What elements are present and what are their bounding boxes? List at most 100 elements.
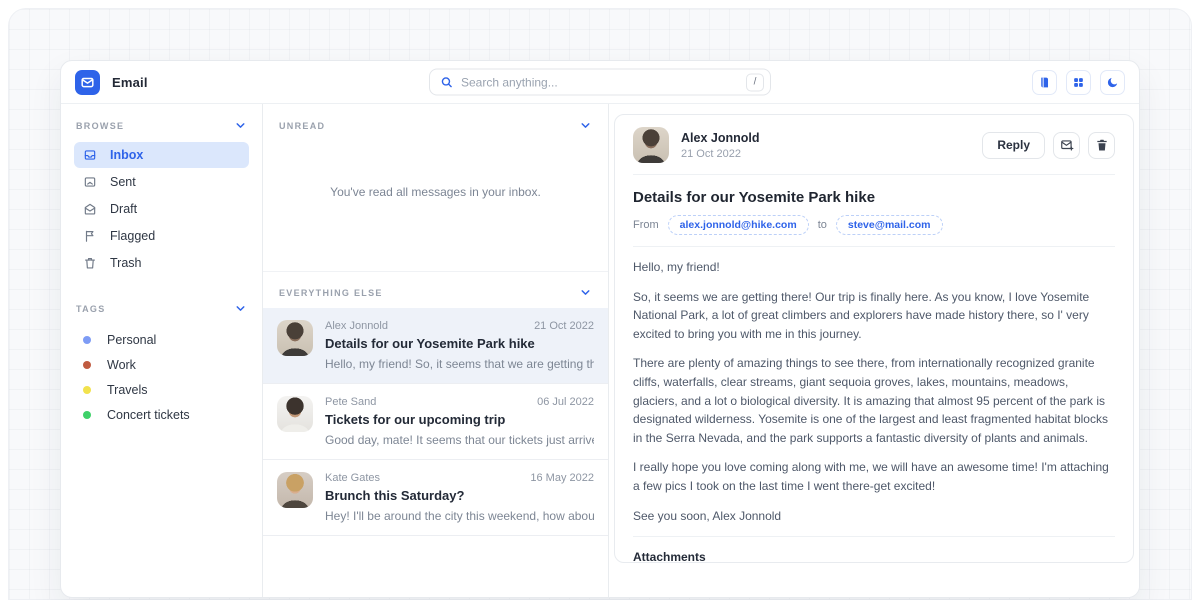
tag-item-personal[interactable]: Personal: [74, 327, 249, 352]
reply-button[interactable]: Reply: [982, 132, 1045, 159]
search-icon: [440, 76, 453, 89]
book-button[interactable]: [1032, 70, 1057, 95]
sidebar-item-label: Inbox: [110, 148, 143, 162]
tag-list: Personal Work Travels Concert tickets: [74, 327, 249, 427]
sidebar-item-label: Trash: [110, 256, 142, 270]
email-subject: Details for our Yosemite Park hike: [325, 336, 594, 351]
tag-item-travels[interactable]: Travels: [74, 377, 249, 402]
tags-section-header: TAGS: [74, 300, 249, 315]
email-detail-panel: Alex Jonnold 21 Oct 2022 Reply: [609, 104, 1139, 597]
draft-icon: [83, 202, 97, 216]
browse-section-header: BROWSE: [74, 117, 249, 132]
tag-label: Travels: [107, 383, 148, 397]
inbox-icon: [83, 148, 97, 162]
email-list-item[interactable]: Kate Gates 16 May 2022 Brunch this Satur…: [263, 460, 608, 536]
body-paragraph: I really hope you love coming along with…: [633, 458, 1115, 495]
email-preview: Hello, my friend! So, it seems that we a…: [325, 357, 594, 371]
unread-section-header: UNREAD: [277, 117, 594, 132]
unread-label: UNREAD: [279, 121, 325, 131]
detail-actions: Reply: [982, 132, 1115, 159]
trash-icon: [1095, 138, 1109, 152]
from-label: From: [633, 219, 659, 231]
tag-label: Concert tickets: [107, 408, 190, 422]
envelope-plus-icon: [1060, 138, 1074, 152]
tag-label: Work: [107, 358, 136, 372]
delete-button[interactable]: [1088, 132, 1115, 159]
detail-header: Alex Jonnold 21 Oct 2022 Reply: [633, 127, 1115, 163]
email-meta: Alex Jonnold 21 Oct 2022 Details for our…: [325, 320, 594, 371]
detail-sender-name: Alex Jonnold: [681, 131, 759, 145]
email-subject: Brunch this Saturday?: [325, 488, 594, 503]
email-sender: Kate Gates: [325, 472, 380, 484]
email-sender: Pete Sand: [325, 396, 376, 408]
envelope-icon: [80, 75, 95, 90]
app-logo: [75, 70, 100, 95]
grid-button[interactable]: [1066, 70, 1091, 95]
to-email-chip[interactable]: steve@mail.com: [836, 215, 943, 235]
from-email-chip[interactable]: alex.jonnold@hike.com: [668, 215, 809, 235]
brand: Email: [75, 70, 148, 95]
email-date: 06 Jul 2022: [537, 396, 594, 408]
body-paragraph: So, it seems we are getting there! Our t…: [633, 288, 1115, 344]
unread-section: UNREAD You've read all messages in your …: [263, 104, 608, 272]
search-bar[interactable]: /: [429, 69, 771, 96]
grid-icon: [1072, 76, 1085, 89]
email-preview: Hey! I'll be around the city this weeken…: [325, 509, 594, 523]
email-list: Alex Jonnold 21 Oct 2022 Details for our…: [263, 308, 608, 536]
sidebar: BROWSE Inbox Sent Draft: [61, 104, 263, 597]
chevron-down-icon[interactable]: [579, 119, 592, 132]
main-area: BROWSE Inbox Sent Draft: [61, 104, 1139, 597]
flag-icon: [83, 229, 97, 243]
sidebar-item-label: Flagged: [110, 229, 155, 243]
email-app-window: Email /: [60, 60, 1140, 598]
unread-empty-message: You've read all messages in your inbox.: [330, 185, 541, 205]
chevron-down-icon[interactable]: [579, 286, 592, 299]
app-title: Email: [112, 75, 148, 90]
tag-color-dot: [83, 361, 91, 369]
sidebar-item-inbox[interactable]: Inbox: [74, 142, 249, 168]
sidebar-item-sent[interactable]: Sent: [74, 169, 249, 195]
search-input[interactable]: [461, 75, 738, 89]
everything-else-label: EVERYTHING ELSE: [279, 288, 383, 298]
detail-date: 21 Oct 2022: [681, 148, 759, 160]
detail-subject: Details for our Yosemite Park hike: [633, 189, 1115, 206]
email-subject: Tickets for our upcoming trip: [325, 412, 594, 427]
attachments-label: Attachments: [633, 550, 1115, 563]
tag-color-dot: [83, 386, 91, 394]
sidebar-item-flagged[interactable]: Flagged: [74, 223, 249, 249]
body-paragraph: Hello, my friend!: [633, 258, 1115, 277]
body-paragraph: See you soon, Alex Jonnold: [633, 507, 1115, 526]
mark-unread-button[interactable]: [1053, 132, 1080, 159]
browse-label: BROWSE: [76, 121, 124, 131]
sidebar-item-trash[interactable]: Trash: [74, 250, 249, 276]
tags-label: TAGS: [76, 304, 106, 314]
sent-icon: [83, 175, 97, 189]
chevron-down-icon[interactable]: [234, 119, 247, 132]
email-list-item[interactable]: Pete Sand 06 Jul 2022 Tickets for our up…: [263, 384, 608, 460]
tag-item-work[interactable]: Work: [74, 352, 249, 377]
email-date: 21 Oct 2022: [534, 320, 594, 332]
tag-item-concert-tickets[interactable]: Concert tickets: [74, 402, 249, 427]
email-date: 16 May 2022: [530, 472, 594, 484]
top-bar: Email /: [61, 61, 1139, 104]
dark-mode-button[interactable]: [1100, 70, 1125, 95]
screenshot-stage: Email /: [0, 0, 1200, 600]
tag-color-dot: [83, 336, 91, 344]
chevron-down-icon[interactable]: [234, 302, 247, 315]
top-actions: [1032, 70, 1125, 95]
moon-icon: [1106, 76, 1119, 89]
trash-icon: [83, 256, 97, 270]
body-paragraph: There are plenty of amazing things to se…: [633, 354, 1115, 447]
avatar: [633, 127, 669, 163]
email-meta: Pete Sand 06 Jul 2022 Tickets for our up…: [325, 396, 594, 447]
email-list-column: UNREAD You've read all messages in your …: [263, 104, 609, 597]
email-preview: Good day, mate! It seems that our ticket…: [325, 433, 594, 447]
email-list-item[interactable]: Alex Jonnold 21 Oct 2022 Details for our…: [263, 308, 608, 384]
sidebar-item-draft[interactable]: Draft: [74, 196, 249, 222]
avatar: [277, 472, 313, 508]
sidebar-item-label: Sent: [110, 175, 136, 189]
divider: [633, 246, 1115, 247]
divider: [633, 174, 1115, 175]
email-meta: Kate Gates 16 May 2022 Brunch this Satur…: [325, 472, 594, 523]
email-sender: Alex Jonnold: [325, 320, 388, 332]
